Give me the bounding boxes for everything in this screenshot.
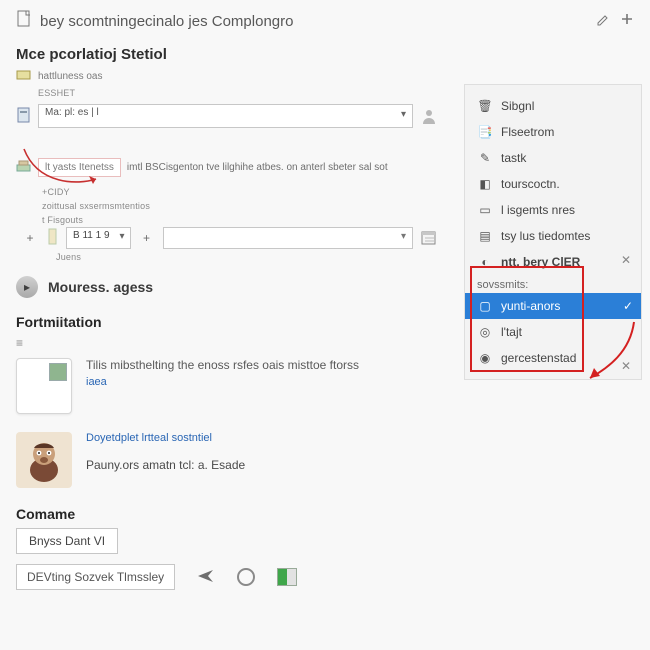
mou-title: Mouress. agess (48, 279, 153, 295)
split-icon: ◧ (477, 176, 493, 192)
line2-label: ESSHET (38, 88, 439, 98)
panel-sub-2[interactable]: ◉ gercestenstad (465, 345, 641, 371)
section1-title: Mce pcorlatioj Stetiol (16, 46, 439, 63)
check-icon: ✓ (623, 299, 633, 313)
line1-label: hattluness oas (38, 71, 103, 82)
edit-icon[interactable] (596, 12, 610, 30)
panel-item-1[interactable]: 📑 Flseetrom (465, 119, 641, 145)
mou-badge-icon: ▸ (16, 276, 38, 298)
panel-item-0[interactable]: 🗑 Sibgnl (465, 93, 641, 119)
card1-link[interactable]: iaea (86, 376, 359, 388)
hint-box: lt yasts Itenetss (38, 158, 121, 177)
panel-sub-header: sovssmits: (465, 275, 641, 293)
panel-item-label: Flseetrom (501, 125, 554, 139)
box-icon (16, 69, 32, 84)
close-icon-2[interactable]: ✕ (621, 359, 631, 373)
card1-text: Tilis mibsthelting the enoss rsfes oais … (86, 358, 359, 372)
rows-icon: ▤ (477, 228, 493, 244)
card2-avatar[interactable] (16, 432, 72, 488)
send-icon[interactable] (197, 569, 215, 586)
comm-btn-1[interactable]: Bnyss Dant VI (16, 528, 118, 554)
globe-icon: ◉ (477, 350, 493, 366)
section2-title: Fortmiitation (16, 314, 439, 330)
tiny-under: Juens (56, 252, 439, 262)
half-circle-icon: ◐ (477, 254, 493, 270)
plus-inline-icon[interactable]: + (137, 228, 157, 248)
user-icon[interactable] (419, 106, 439, 126)
sub-lbl1: +CIDY (42, 187, 439, 197)
panel-item-label: ntt. bery ClER (501, 255, 580, 269)
panel-sub-1[interactable]: ◎ l'tajt (465, 319, 641, 345)
trash-icon: 🗑 (477, 98, 493, 114)
hamburger-icon[interactable]: ≡ (16, 336, 23, 350)
book-icon (16, 106, 32, 127)
sub-lbl2: zoittusal sxsermsmtentios (42, 201, 439, 211)
wide-input[interactable]: ▾ (163, 227, 413, 249)
panel-item-4[interactable]: ▭ l isgemts nres (465, 197, 641, 223)
sq-icon: ▢ (477, 298, 493, 314)
panel-item-label: tastk (501, 151, 526, 165)
doc-icon (16, 10, 32, 32)
calendar-icon[interactable] (419, 228, 439, 248)
panel-item-label: gercestenstad (501, 351, 576, 365)
panel-item-label: Sibgnl (501, 99, 534, 113)
panel-item-5[interactable]: ▤ tsy lus tiedomtes (465, 223, 641, 249)
panel-item-6[interactable]: ◐ ntt. bery ClER (465, 249, 641, 275)
sub-lbl3: t Fisgouts (42, 215, 439, 225)
page-title: bey scomtningecinalo jes Complongro (40, 13, 293, 30)
side-panel: 🗑 Sibgnl 📑 Flseetrom ✎ tastk ◧ tourscoctn. ▭… (464, 84, 642, 380)
plus-left-icon[interactable]: + (20, 228, 40, 248)
section3-title: Comame (16, 506, 439, 522)
panel-item-3[interactable]: ◧ tourscoctn. (465, 171, 641, 197)
hint-rest: imtl BSCisgenton tve lilghihe atbes. on … (127, 162, 388, 173)
title-bar: bey scomtningecinalo jes Complongro (0, 0, 650, 38)
panel-item-label: l'tajt (501, 325, 522, 339)
stack-icon (16, 159, 32, 176)
panel-item-label: yunti-anors (501, 299, 560, 313)
pen-icon: ✎ (477, 150, 493, 166)
panel-item-label: l isgemts nres (501, 203, 575, 217)
card1-thumb[interactable] (16, 358, 72, 414)
close-icon[interactable]: ✕ (621, 253, 631, 267)
add-icon[interactable] (620, 12, 634, 30)
panel-item-label: tourscoctn. (501, 177, 560, 191)
date-input[interactable]: B 11 1 9 (66, 227, 131, 249)
card-1: Tilis mibsthelting the enoss rsfes oais … (16, 358, 439, 414)
grid-icon[interactable] (277, 568, 297, 586)
panel-sub-0[interactable]: ▢ yunti-anors ✓ (465, 293, 641, 319)
card2-text: Pauny.ors amatn tcl: a. Esade (86, 458, 245, 472)
card-icon: 📑 (477, 124, 493, 140)
circle-icon[interactable] (237, 568, 255, 586)
rect-icon: ▭ (477, 202, 493, 218)
panel-item-label: tsy lus tiedomtes (501, 229, 590, 243)
combo-main[interactable]: Ma: pl: es | l (38, 104, 413, 128)
card2-link[interactable]: Doyetdplet lrtteal sostntiel (86, 432, 245, 444)
card-2: Doyetdplet lrtteal sostntiel Pauny.ors a… (16, 432, 439, 488)
panel-item-2[interactable]: ✎ tastk (465, 145, 641, 171)
main-content: Mce pcorlatioj Stetiol hattluness oas ES… (0, 46, 455, 590)
comm-btn-2[interactable]: DEVting Sozvek Tlmssley (16, 564, 175, 590)
ruler-icon (46, 228, 60, 249)
disc-icon: ◎ (477, 324, 493, 340)
